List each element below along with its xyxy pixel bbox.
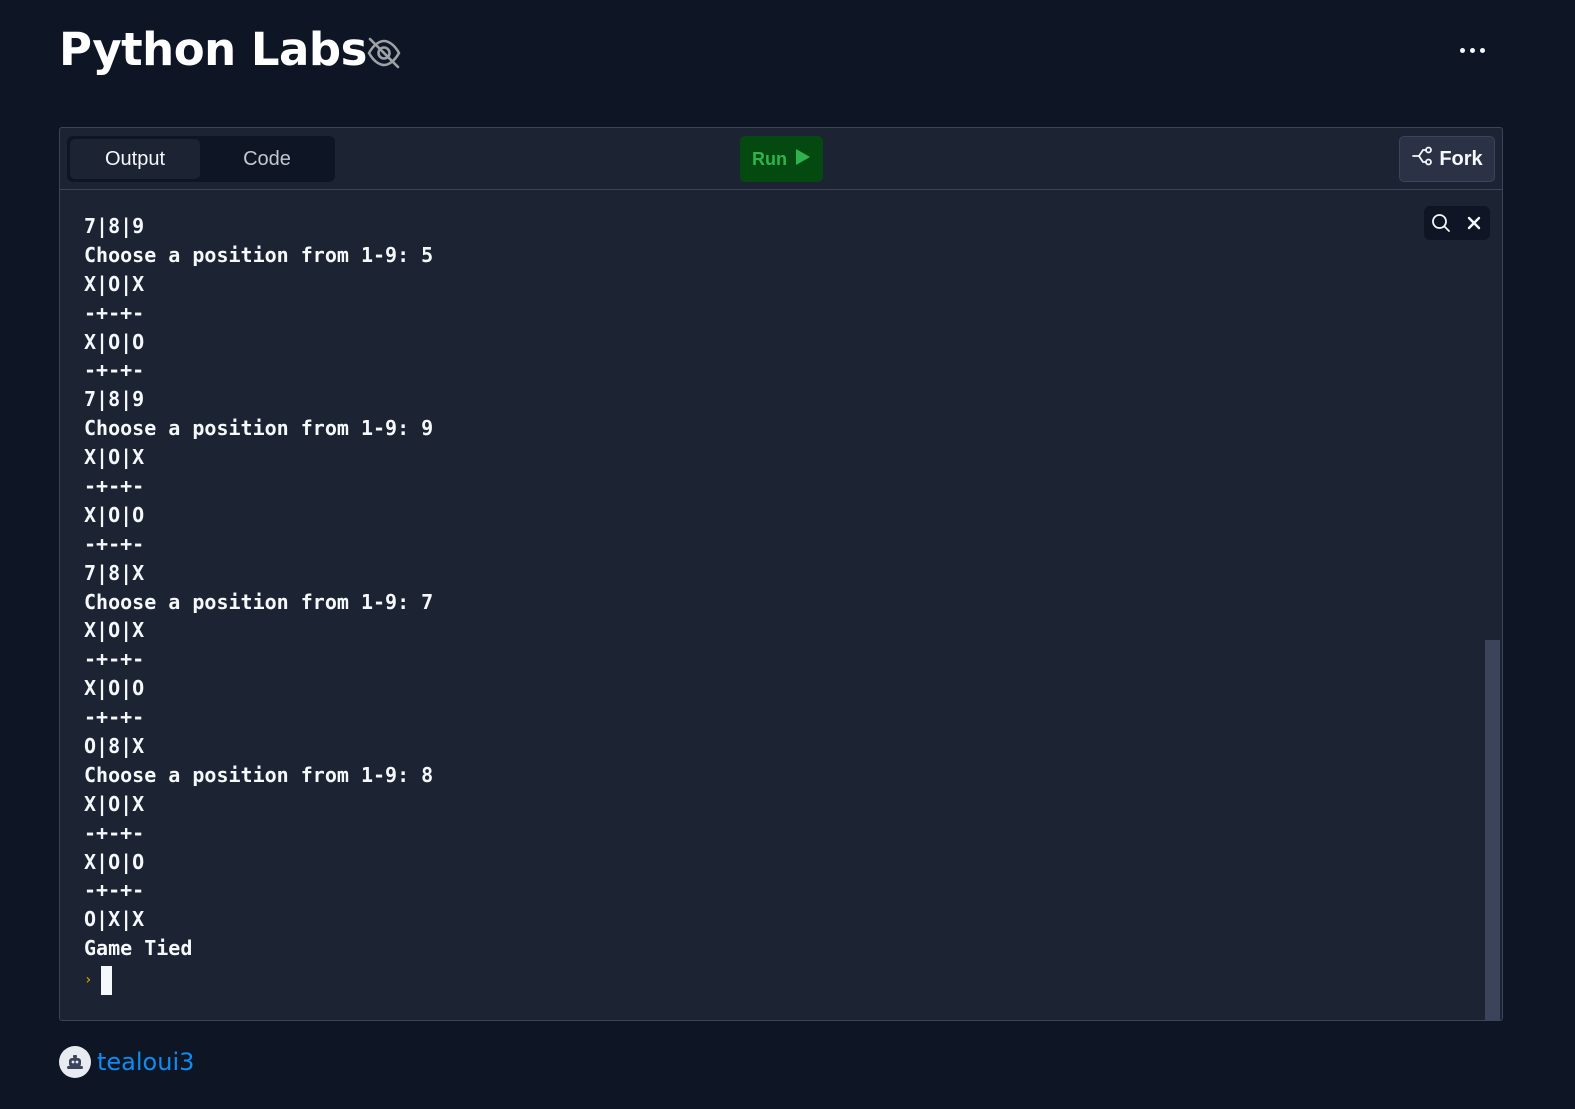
view-tabs: Output Code bbox=[67, 136, 335, 182]
panel-toolbar: Output Code Run Fork bbox=[60, 128, 1502, 190]
console-line: -+-+- bbox=[84, 531, 145, 556]
console-line: -+-+- bbox=[84, 474, 145, 499]
scrollbar[interactable] bbox=[1484, 190, 1502, 1020]
fork-button[interactable]: Fork bbox=[1399, 136, 1495, 182]
play-icon bbox=[795, 148, 811, 171]
prompt-chevron-icon: › bbox=[84, 972, 93, 988]
avatar-icon bbox=[59, 1046, 91, 1078]
console-line: -+-+- bbox=[84, 647, 145, 672]
tab-code[interactable]: Code bbox=[202, 139, 332, 179]
console-line: Choose a position from 1-9: 9 bbox=[84, 416, 434, 441]
console-line: O|8|X bbox=[84, 734, 145, 759]
author-name[interactable]: tealoui3 bbox=[97, 1048, 194, 1076]
console-line: X|O|O bbox=[84, 329, 145, 354]
console-line: Choose a position from 1-9: 8 bbox=[84, 762, 434, 787]
console-line: -+-+- bbox=[84, 300, 145, 325]
console-line: -+-+- bbox=[84, 705, 145, 730]
fork-button-label: Fork bbox=[1439, 147, 1483, 170]
console-line: -+-+- bbox=[84, 820, 145, 845]
scrollbar-thumb[interactable] bbox=[1485, 640, 1500, 1020]
page-title: Python Labs bbox=[59, 23, 367, 76]
console-output[interactable]: 7|8|9 Choose a position from 1-9: 5 X|O|X -… bbox=[60, 190, 1502, 1020]
more-horizontal-icon bbox=[1459, 47, 1465, 53]
console-line: Choose a position from 1-9: 5 bbox=[84, 242, 434, 267]
run-button-label: Run bbox=[752, 148, 787, 169]
console-line: X|O|X bbox=[84, 791, 145, 816]
console-line: -+-+- bbox=[84, 878, 145, 903]
console-lines: 7|8|9 Choose a position from 1-9: 5 X|O|X -… bbox=[84, 212, 433, 963]
console-line: X|O|O bbox=[84, 676, 145, 701]
repl-panel: Output Code Run Fork 7|8|9 Choose a posi… bbox=[59, 127, 1503, 1021]
console-line: X|O|O bbox=[84, 849, 145, 874]
console-line: 7|8|9 bbox=[84, 387, 145, 412]
console-line: X|O|O bbox=[84, 502, 145, 527]
console-line: -+-+- bbox=[84, 358, 145, 383]
search-icon[interactable] bbox=[1427, 209, 1455, 237]
console-line: 7|8|9 bbox=[84, 214, 145, 238]
console-line: 7|8|X bbox=[84, 560, 145, 585]
more-options-button[interactable] bbox=[1450, 30, 1494, 70]
console-prompt[interactable]: › bbox=[84, 965, 113, 995]
fork-icon bbox=[1411, 146, 1433, 172]
author-link[interactable]: tealoui3 bbox=[59, 1046, 194, 1078]
page: Python Labs Output Code Run Fork 7|8|9 C… bbox=[0, 0, 1575, 1109]
console-line: X|O|X bbox=[84, 271, 145, 296]
run-button[interactable]: Run bbox=[740, 136, 823, 182]
console-line: Choose a position from 1-9: 7 bbox=[84, 589, 434, 614]
text-cursor bbox=[101, 965, 113, 995]
tab-output[interactable]: Output bbox=[70, 139, 200, 179]
console-line: O|X|X bbox=[84, 907, 145, 932]
eye-off-icon[interactable] bbox=[364, 33, 404, 73]
console-line: X|O|X bbox=[84, 445, 145, 470]
console-tools bbox=[1424, 206, 1490, 240]
console-line: X|O|X bbox=[84, 618, 145, 643]
console-line: Game Tied bbox=[84, 936, 193, 961]
